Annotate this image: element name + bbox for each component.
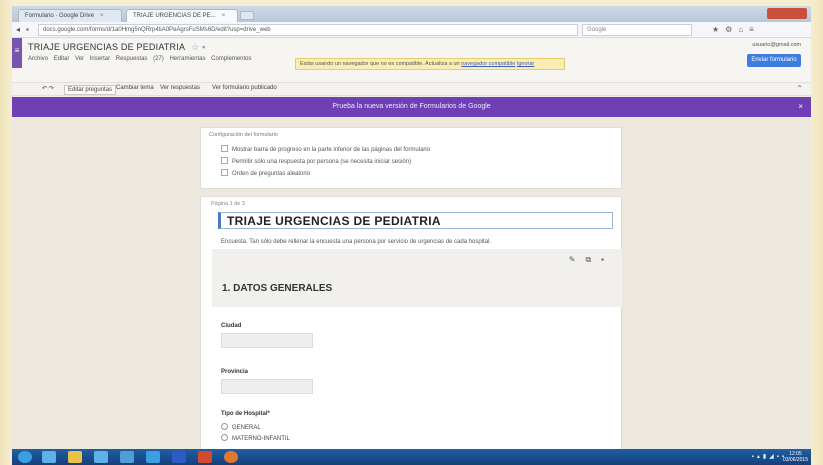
settings-card: Configuración del formulario Mostrar bar…: [200, 127, 622, 189]
provincia-input[interactable]: [221, 379, 313, 394]
star-icon[interactable]: ☆ ▪: [191, 42, 205, 52]
view-published-button[interactable]: Ver formulario publicado: [212, 85, 277, 91]
browser-toolbar-icons[interactable]: ★⚙⌂≡: [712, 25, 760, 34]
change-theme-button[interactable]: Cambiar tema: [116, 85, 154, 91]
page-card: Página 1 de 3 TRIAJE URGENCIAS DE PEDIAT…: [200, 196, 622, 451]
form-canvas: Configuración del formulario Mostrar bar…: [12, 117, 811, 451]
form-toolbar: ↶ ↷ Editar preguntas Cambiar tema Ver re…: [12, 82, 811, 96]
dismiss-link[interactable]: Ignorar: [517, 61, 534, 67]
menu-item-herramientas[interactable]: Herramientas: [169, 56, 205, 62]
page-label: Página 1 de 3: [211, 201, 245, 207]
windows-taskbar: ▪▴▮◢▪▪ 12:05 03/06/2015: [12, 449, 811, 465]
edit-questions-button[interactable]: Editar preguntas: [64, 85, 117, 95]
app-icon[interactable]: [146, 451, 160, 463]
undo-icon[interactable]: ↶ ↷: [42, 85, 54, 92]
desktop-screen: Formulario · Google Drive × TRIAJE URGENC…: [12, 6, 811, 465]
tab-label: TRIAJE URGENCIAS DE PE...: [133, 13, 216, 19]
close-icon[interactable]: ×: [100, 13, 104, 19]
collapse-icon[interactable]: ⌃: [796, 84, 803, 93]
firefox-icon[interactable]: [224, 451, 238, 463]
form-doc-title[interactable]: TRIAJE URGENCIAS DE PEDIATRIA ☆ ▪: [28, 42, 206, 53]
app-icon[interactable]: [120, 451, 134, 463]
powerpoint-icon[interactable]: [198, 451, 212, 463]
close-icon[interactable]: ×: [222, 13, 226, 19]
send-form-button[interactable]: Enviar formulario: [747, 54, 801, 67]
edit-icon[interactable]: ✎: [569, 255, 586, 264]
menu-item-insertar[interactable]: Insertar: [90, 56, 110, 62]
forms-header: ≡ TRIAJE URGENCIAS DE PEDIATRIA ☆ ▪ Archi…: [12, 38, 811, 82]
lock-icon: ▪: [26, 25, 29, 34]
back-arrow-icon[interactable]: ◂: [16, 25, 20, 34]
field-label-ciudad: Ciudad: [221, 323, 242, 329]
tab-label: Formulario · Google Drive: [25, 13, 95, 19]
unsupported-browser-notice: Estás usando un navegador que no es comp…: [295, 58, 565, 70]
duplicate-icon[interactable]: ⧉: [585, 255, 601, 264]
form-title-input[interactable]: TRIAJE URGENCIAS DE PEDIATRIA: [218, 212, 613, 229]
close-icon[interactable]: ×: [798, 102, 803, 111]
field-label-hospital-type: Tipo de Hospital*: [221, 411, 270, 417]
word-icon[interactable]: [172, 451, 186, 463]
new-tab-button[interactable]: [240, 11, 254, 20]
delete-icon[interactable]: ▪: [601, 255, 614, 264]
see-responses-button[interactable]: Ver respuestas: [160, 85, 200, 91]
section-header[interactable]: ✎⧉▪ 1. DATOS GENERALES: [212, 249, 622, 307]
new-forms-banner[interactable]: Prueba la nueva versión de Formularios d…: [12, 97, 811, 117]
ie-icon[interactable]: [42, 451, 56, 463]
field-label-provincia: Provincia: [221, 369, 249, 375]
radio-general[interactable]: GENERAL: [221, 423, 261, 431]
window-controls[interactable]: [767, 8, 807, 19]
search-field[interactable]: Google: [582, 24, 692, 36]
media-icon[interactable]: [94, 451, 108, 463]
section-actions: ✎⧉▪: [569, 255, 614, 265]
ciudad-input[interactable]: [221, 333, 313, 348]
section-title: 1. DATOS GENERALES: [222, 283, 333, 294]
account-email[interactable]: usuario@gmail.com: [752, 42, 801, 48]
url-field[interactable]: docs.google.com/forms/d/1a0Hmg5nQRrp4tiA…: [38, 24, 578, 36]
start-button-icon[interactable]: [18, 451, 32, 463]
form-description[interactable]: Encuesta. Tan sólo debe rellenar la encu…: [221, 239, 491, 245]
folder-icon[interactable]: [68, 451, 82, 463]
menu-icon[interactable]: ≡: [12, 38, 22, 68]
one-response-checkbox[interactable]: Permitir sólo una respuesta por persona …: [221, 157, 411, 165]
menu-item-editar[interactable]: Editar: [54, 56, 70, 62]
progress-bar-checkbox[interactable]: Mostrar barra de progreso en la parte in…: [221, 145, 430, 153]
menu-item-complementos[interactable]: Complementos: [211, 56, 251, 62]
radio-materno-infantil[interactable]: MATERNO-INFANTIL: [221, 434, 290, 442]
menu-item-archivo[interactable]: Archivo: [28, 56, 48, 62]
menu-bar: Archivo Editar Ver Insertar Respuestas (…: [28, 56, 252, 62]
browser-tab-form[interactable]: TRIAJE URGENCIAS DE PE... ×: [126, 9, 238, 22]
system-tray-icons[interactable]: ▪▴▮◢▪▪: [752, 453, 787, 460]
banner-text: Prueba la nueva versión de Formularios d…: [332, 103, 491, 110]
compatible-browser-link[interactable]: navegador compatible: [461, 61, 515, 67]
browser-tab-drive[interactable]: Formulario · Google Drive ×: [18, 9, 122, 22]
taskbar-clock[interactable]: 12:05 03/06/2015: [783, 451, 808, 463]
shuffle-questions-checkbox[interactable]: Orden de preguntas aleatorio: [221, 169, 310, 177]
menu-item-ver[interactable]: Ver: [75, 56, 84, 62]
browser-tab-bar: Formulario · Google Drive × TRIAJE URGENC…: [12, 6, 811, 22]
menu-item-respuestas[interactable]: Respuestas (27): [116, 56, 164, 62]
settings-legend: Configuración del formulario: [209, 132, 278, 138]
address-row: ◂ ▪ docs.google.com/forms/d/1a0Hmg5nQRrp…: [12, 22, 811, 38]
